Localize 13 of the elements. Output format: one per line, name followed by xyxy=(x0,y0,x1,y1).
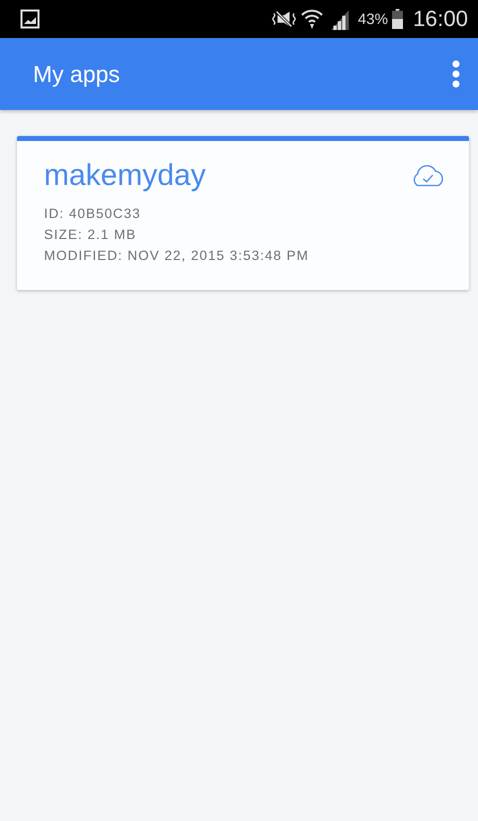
more-vertical-icon xyxy=(452,60,460,88)
mute-icon xyxy=(272,8,296,30)
app-detail: ID: 40B50C33 xyxy=(44,205,142,223)
app-card[interactable]: makemyday ID: 40B50C33 SIZE: 2.1 MB MODIFIED: NOV 22, 2015 3:53:48 PM xyxy=(17,136,469,290)
app-bar-title: My apps xyxy=(33,60,121,88)
battery-icon xyxy=(392,9,403,29)
app-name: makemyday xyxy=(44,159,206,193)
battery-percent: 43% xyxy=(358,10,388,28)
app-detail: MODIFIED: NOV 22, 2015 3:53:48 PM xyxy=(44,247,310,265)
wifi-icon xyxy=(300,8,324,30)
clock-time: 16:00 xyxy=(412,6,468,32)
app-detail: SIZE: 2.1 MB xyxy=(44,226,138,244)
image-icon xyxy=(20,9,40,29)
